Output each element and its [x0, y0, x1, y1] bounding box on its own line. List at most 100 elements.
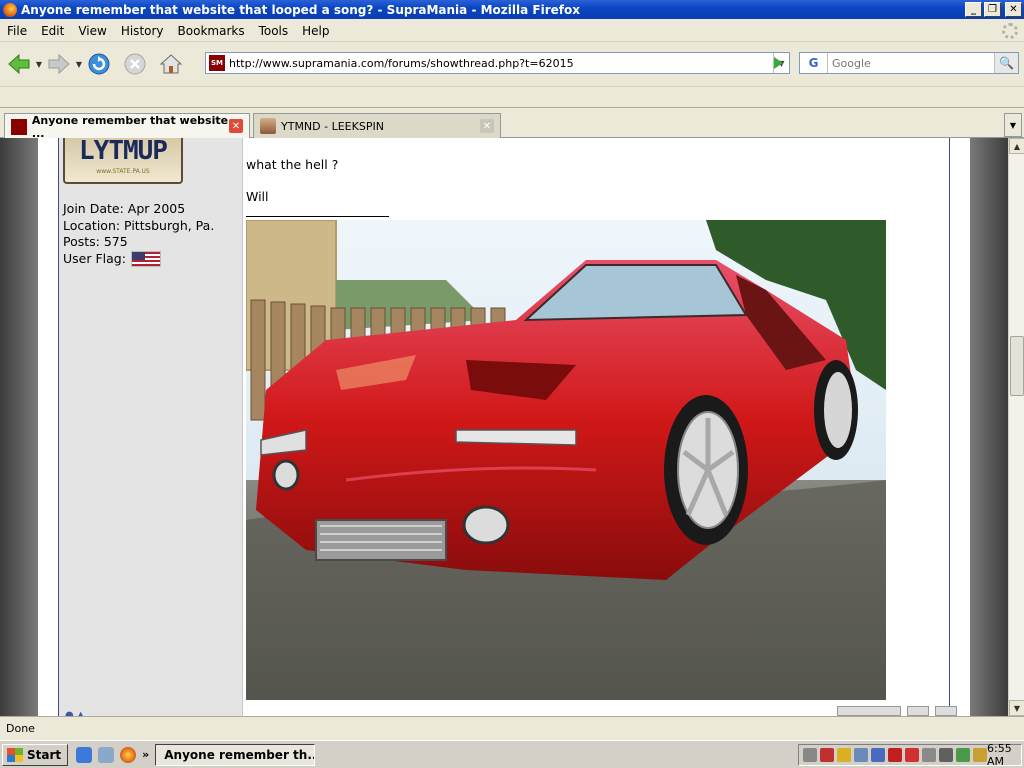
forum-page: LYTMUP www.STATE.PA.US Join Date: Apr 20…: [38, 138, 970, 716]
start-button[interactable]: Start: [2, 743, 69, 766]
post-signature-name: Will: [246, 189, 269, 204]
home-icon: [159, 54, 183, 74]
ie-icon[interactable]: [76, 746, 93, 763]
us-flag-icon: [130, 251, 161, 267]
firefox-icon: [3, 2, 17, 17]
tab-strip: Anyone remember that website ... ✕ YTMND…: [0, 109, 1024, 140]
url-input[interactable]: [229, 54, 773, 72]
tab-label: YTMND - LEEKSPIN: [281, 119, 384, 133]
bookmarks-toolbar: [0, 86, 1024, 108]
post-user-info: LYTMUP www.STATE.PA.US Join Date: Apr 20…: [59, 138, 243, 716]
tray-icon-9[interactable]: [939, 748, 953, 762]
window-title-bar[interactable]: Anyone remember that website that looped…: [0, 0, 1024, 19]
home-button[interactable]: [156, 49, 186, 79]
reload-button[interactable]: [84, 49, 114, 79]
menu-history[interactable]: History: [114, 24, 171, 38]
signature-divider: [246, 216, 389, 217]
reload-icon: [88, 53, 110, 75]
tray-icon-11[interactable]: [973, 748, 987, 762]
tray-icons: [803, 748, 987, 762]
forward-history-dropdown[interactable]: ▼: [74, 60, 84, 69]
taskbar-firefox-window[interactable]: Anyone remember th...: [155, 743, 316, 766]
avatar: LYTMUP www.STATE.PA.US: [63, 138, 183, 184]
forum-post: LYTMUP www.STATE.PA.US Join Date: Apr 20…: [58, 138, 957, 716]
tab-list-button[interactable]: ▼: [1004, 113, 1022, 137]
navigation-toolbar: ▼ ▼ SM ▼ G 🔍: [0, 43, 1024, 85]
quick-launch-chevron[interactable]: »: [142, 748, 149, 761]
stop-button[interactable]: [120, 49, 150, 79]
menu-help[interactable]: Help: [295, 24, 336, 38]
window-title: Anyone remember that website that looped…: [21, 2, 580, 17]
tab-ytmnd[interactable]: YTMND - LEEKSPIN ✕: [253, 113, 501, 138]
menu-view[interactable]: View: [71, 24, 113, 38]
menu-edit[interactable]: Edit: [34, 24, 71, 38]
system-tray: 6:55 AM: [798, 742, 1022, 768]
post-action-buttons: [837, 706, 957, 716]
firefox-quicklaunch-icon[interactable]: [120, 746, 137, 763]
forward-button[interactable]: [44, 49, 74, 79]
close-window-button[interactable]: ✕: [1005, 2, 1022, 17]
search-engine-icon[interactable]: G: [800, 53, 828, 73]
menu-file[interactable]: File: [0, 24, 34, 38]
menu-bar: File Edit View History Bookmarks Tools H…: [0, 20, 1024, 42]
search-bar[interactable]: G 🔍: [799, 52, 1019, 74]
scroll-thumb[interactable]: [1010, 336, 1024, 396]
avatar-plate-text: LYTMUP: [79, 138, 168, 166]
tray-icon-8[interactable]: [922, 748, 936, 762]
menu-tools[interactable]: Tools: [252, 24, 296, 38]
search-input[interactable]: [828, 54, 994, 72]
close-tab-icon[interactable]: ✕: [229, 119, 243, 133]
go-button[interactable]: [766, 52, 790, 74]
scroll-up-arrow[interactable]: ▲: [1009, 138, 1024, 154]
url-bar[interactable]: SM ▼: [205, 52, 790, 74]
page-left-border: [0, 138, 38, 716]
tab-label: Anyone remember that website ...: [31, 113, 229, 140]
user-details: Join Date: Apr 2005 Location: Pittsburgh…: [63, 201, 214, 267]
tray-icon-7[interactable]: [905, 748, 919, 762]
tray-icon-2[interactable]: [820, 748, 834, 762]
edit-post-button[interactable]: [837, 706, 901, 716]
show-desktop-icon[interactable]: [98, 746, 115, 763]
close-tab-icon[interactable]: ✕: [480, 119, 494, 133]
scroll-down-arrow[interactable]: ▼: [1009, 700, 1024, 716]
start-label: Start: [27, 747, 62, 762]
user-location: Location: Pittsburgh, Pa.: [63, 217, 215, 233]
shield-icon[interactable]: [837, 748, 851, 762]
tray-icon-6[interactable]: [888, 748, 902, 762]
tray-icon-10[interactable]: [956, 748, 970, 762]
multi-quote-button[interactable]: [935, 706, 957, 716]
car-photo: [246, 220, 886, 700]
site-favicon-icon: SM: [209, 55, 225, 71]
taskbar-item-label: Anyone remember th...: [164, 747, 316, 762]
maximize-button[interactable]: ❐: [984, 2, 1001, 17]
signature-car-image: [246, 220, 886, 700]
tray-icon-4[interactable]: [854, 748, 868, 762]
supramania-favicon-icon: [11, 118, 27, 135]
quick-launch: [76, 746, 137, 763]
post-count: Posts: 575: [63, 234, 128, 249]
clock[interactable]: 6:55 AM: [987, 742, 1012, 768]
status-bar: Done: [0, 716, 1024, 740]
minimize-button[interactable]: _: [965, 2, 982, 17]
avatar-plate-subtext: www.STATE.PA.US: [96, 168, 150, 175]
join-date: Join Date: Apr 2005: [63, 201, 186, 216]
back-button[interactable]: [4, 49, 34, 79]
quote-button[interactable]: [907, 706, 929, 716]
back-history-dropdown[interactable]: ▼: [34, 60, 44, 69]
tab-supramania[interactable]: Anyone remember that website ... ✕: [4, 113, 250, 140]
menu-bookmarks[interactable]: Bookmarks: [171, 24, 252, 38]
search-icon[interactable]: 🔍: [994, 53, 1018, 73]
forward-arrow-icon: [48, 53, 70, 75]
back-arrow-icon: [8, 53, 30, 75]
go-arrow-icon: [774, 57, 783, 69]
tray-icon-1[interactable]: [803, 748, 817, 762]
user-flag-row: User Flag:: [63, 251, 214, 267]
vertical-scrollbar[interactable]: ▲ ▼: [1008, 138, 1024, 716]
page-right-border: [970, 138, 1008, 716]
page-viewport[interactable]: LYTMUP www.STATE.PA.US Join Date: Apr 20…: [0, 138, 1008, 716]
tray-icon-5[interactable]: [871, 748, 885, 762]
status-text: Done: [6, 722, 35, 735]
windows-taskbar: Start » Anyone remember th... 6:55 AM: [0, 740, 1024, 768]
ytmnd-favicon-icon: [260, 118, 276, 134]
stop-icon: [124, 53, 146, 75]
